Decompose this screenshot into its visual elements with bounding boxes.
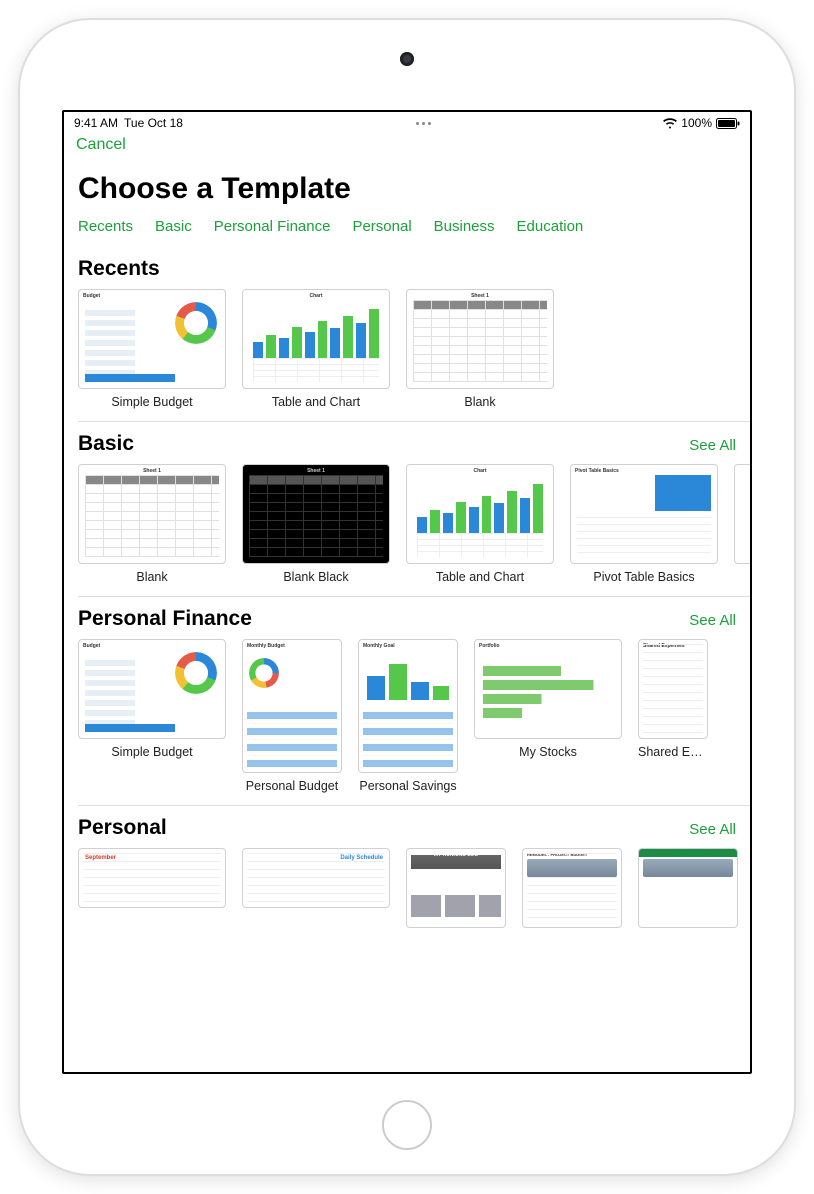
- template-peek[interactable]: [734, 464, 750, 584]
- template-simple-budget[interactable]: Budget Simple Budget: [78, 639, 226, 793]
- template-wildcats[interactable]: WILDCATS SOCCER TEAM: [638, 848, 738, 928]
- section-head-recents: Recents: [78, 247, 750, 289]
- tab-personal-finance[interactable]: Personal Finance: [214, 218, 331, 235]
- tab-business[interactable]: Business: [434, 218, 495, 235]
- template-caption: Simple Budget: [111, 395, 192, 409]
- template-caption: My Stocks: [519, 745, 577, 759]
- row-basic[interactable]: Sheet 1 Blank Sheet 1 Blank Black Chart: [78, 464, 750, 590]
- category-tabs: Recents Basic Personal Finance Personal …: [64, 214, 750, 247]
- template-running-log[interactable]: MY RUNNING LOG: [406, 848, 506, 928]
- row-personal[interactable]: September Daily Schedule MY RUNNING LOG: [78, 848, 750, 934]
- template-scroll[interactable]: Recents Budget Simple Budget Chart: [64, 247, 750, 1072]
- camera-dot: [400, 52, 414, 66]
- template-simple-budget[interactable]: Budget Simple Budget: [78, 289, 226, 409]
- template-blank[interactable]: Sheet 1 Blank: [406, 289, 554, 409]
- row-recents: Budget Simple Budget Chart Table and Cha…: [78, 289, 750, 415]
- thumb-label: Budget: [79, 640, 225, 652]
- nav-bar: Cancel: [64, 134, 750, 154]
- status-battery-pct: 100%: [681, 116, 712, 130]
- template-daily-schedule[interactable]: Daily Schedule: [242, 848, 390, 928]
- thumb-label: Pivot Table Basics: [571, 465, 717, 477]
- section-head-basic: Basic See All: [78, 422, 750, 464]
- template-personal-savings[interactable]: Monthly Goal Personal Savings: [358, 639, 458, 793]
- thumb-label: Daily Schedule: [340, 855, 383, 861]
- template-caption: Blank Black: [283, 570, 348, 584]
- tab-basic[interactable]: Basic: [155, 218, 192, 235]
- template-remodel[interactable]: REMODEL - PROJECT BUDGET: [522, 848, 622, 928]
- see-all-basic[interactable]: See All: [689, 437, 736, 454]
- template-pivot-table-basics[interactable]: Pivot Table Basics Pivot Table Basics: [570, 464, 718, 584]
- page-title: Choose a Template: [64, 154, 750, 214]
- ipad-frame: 9:41 AM Tue Oct 18 100% Cancel Choose a …: [20, 20, 794, 1174]
- status-date: Tue Oct 18: [124, 116, 183, 130]
- section-title: Recents: [78, 257, 160, 281]
- tab-recents[interactable]: Recents: [78, 218, 133, 235]
- template-personal-budget[interactable]: Monthly Budget Personal Budget: [242, 639, 342, 793]
- template-caption: Pivot Table Basics: [593, 570, 694, 584]
- thumb-label: Portfolio: [475, 640, 621, 652]
- thumb-label: Shared Expenses: [639, 640, 707, 652]
- thumb-label: Chart: [243, 290, 389, 302]
- thumb-label: Sheet 1: [407, 290, 553, 302]
- template-blank[interactable]: Sheet 1 Blank: [78, 464, 226, 584]
- section-title: Personal: [78, 816, 167, 840]
- template-table-and-chart[interactable]: Chart Table and Chart: [406, 464, 554, 584]
- see-all-personal-finance[interactable]: See All: [689, 612, 736, 629]
- battery-icon: [716, 118, 740, 129]
- template-blank-black[interactable]: Sheet 1 Blank Black: [242, 464, 390, 584]
- template-caption: Table and Chart: [272, 395, 360, 409]
- template-shared-expenses[interactable]: Shared Expenses Shared Expenses: [638, 639, 708, 793]
- template-caption: Personal Budget: [246, 779, 338, 793]
- thumb-label: Budget: [79, 290, 225, 302]
- wifi-icon: [663, 118, 677, 129]
- thumb-label: September: [85, 855, 116, 861]
- status-bar: 9:41 AM Tue Oct 18 100%: [64, 112, 750, 134]
- template-september[interactable]: September: [78, 848, 226, 928]
- tab-education[interactable]: Education: [517, 218, 584, 235]
- status-time: 9:41 AM: [74, 116, 118, 130]
- multitask-dots-icon[interactable]: [416, 122, 431, 125]
- row-personal-finance[interactable]: Budget Simple Budget Monthly Budget Pers…: [78, 639, 750, 799]
- thumb-label: Monthly Goal: [359, 640, 457, 652]
- section-title: Personal Finance: [78, 607, 252, 631]
- thumb-label: REMODEL - PROJECT BUDGET: [523, 849, 621, 860]
- template-caption: Blank: [464, 395, 495, 409]
- template-caption: Shared Expenses: [638, 745, 708, 759]
- template-caption: Table and Chart: [436, 570, 524, 584]
- template-table-and-chart[interactable]: Chart Table and Chart: [242, 289, 390, 409]
- home-button[interactable]: [382, 1100, 432, 1150]
- thumb-label: MY RUNNING LOG: [407, 849, 505, 861]
- section-head-personal-finance: Personal Finance See All: [78, 597, 750, 639]
- section-head-personal: Personal See All: [78, 806, 750, 848]
- thumb-label: WILDCATS SOCCER TEAM: [639, 849, 737, 860]
- section-title: Basic: [78, 432, 134, 456]
- template-caption: Personal Savings: [359, 779, 456, 793]
- template-caption: Simple Budget: [111, 745, 192, 759]
- thumb-label: Sheet 1: [79, 465, 225, 477]
- tab-personal[interactable]: Personal: [352, 218, 411, 235]
- thumb-label: Chart: [407, 465, 553, 477]
- screen: 9:41 AM Tue Oct 18 100% Cancel Choose a …: [62, 110, 752, 1074]
- template-caption: Blank: [136, 570, 167, 584]
- thumb-label: Monthly Budget: [243, 640, 341, 652]
- cancel-button[interactable]: Cancel: [76, 136, 126, 153]
- thumb-label: Sheet 1: [243, 465, 389, 477]
- see-all-personal[interactable]: See All: [689, 821, 736, 838]
- template-my-stocks[interactable]: Portfolio My Stocks: [474, 639, 622, 793]
